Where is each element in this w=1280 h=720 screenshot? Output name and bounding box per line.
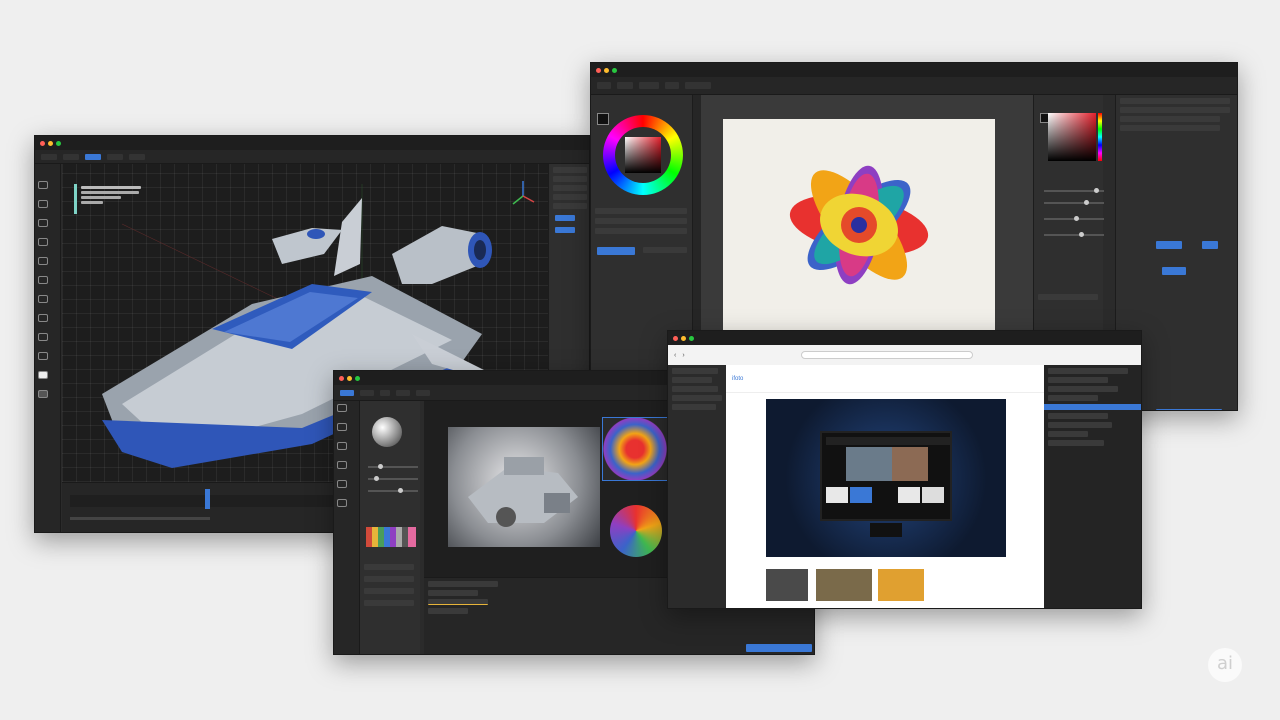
paint-menubar xyxy=(591,77,1237,95)
swatch-palette[interactable] xyxy=(366,527,416,547)
menu-item[interactable] xyxy=(129,153,145,160)
minimize-dot[interactable] xyxy=(604,67,609,73)
paint-option-button[interactable] xyxy=(1162,267,1186,275)
tool-icon[interactable] xyxy=(337,480,347,488)
menu-item[interactable] xyxy=(665,82,679,89)
measure-tool-icon[interactable] xyxy=(38,352,48,360)
hero-section xyxy=(766,399,1006,557)
menu-item[interactable] xyxy=(360,389,374,396)
web-page[interactable]: ifoto xyxy=(726,365,1044,608)
scale-tool-icon[interactable] xyxy=(38,238,48,246)
modeling-titlebar xyxy=(35,136,589,150)
color-wheel-icon[interactable] xyxy=(603,115,683,195)
knife-tool-icon[interactable] xyxy=(38,276,48,284)
tool-icon[interactable] xyxy=(337,499,347,507)
color-splash-artwork xyxy=(789,165,929,285)
select-tool-icon[interactable] xyxy=(38,181,48,189)
rotate-tool-icon[interactable] xyxy=(38,219,48,227)
export-button[interactable] xyxy=(1156,409,1222,410)
devtools-panel xyxy=(1044,365,1141,608)
paint-option-button[interactable] xyxy=(1202,241,1218,249)
address-bar[interactable] xyxy=(800,351,973,359)
gallery-thumb[interactable] xyxy=(816,569,872,601)
close-dot[interactable] xyxy=(339,375,344,381)
loop-tool-icon[interactable] xyxy=(38,333,48,341)
minimize-dot[interactable] xyxy=(48,140,53,146)
modeling-toolbar xyxy=(35,164,61,532)
gallery-thumb[interactable] xyxy=(766,569,808,601)
color-swatch-icon[interactable] xyxy=(38,371,48,379)
hero-monitor xyxy=(820,431,952,521)
maximize-dot[interactable] xyxy=(56,140,61,146)
forward-icon[interactable]: › xyxy=(682,352,684,359)
menu-item[interactable] xyxy=(617,82,633,89)
back-icon[interactable]: ‹ xyxy=(674,352,676,359)
tool-icon[interactable] xyxy=(337,442,347,450)
minimize-dot[interactable] xyxy=(347,375,352,381)
color-swatch-icon[interactable] xyxy=(38,390,48,398)
texture-toolbar xyxy=(334,401,360,654)
splash-thumbnail[interactable] xyxy=(602,417,668,481)
browser-toolbar: ‹ › xyxy=(668,345,1141,365)
color-apply-button[interactable] xyxy=(597,247,635,255)
menu-item[interactable] xyxy=(396,389,410,396)
maximize-dot[interactable] xyxy=(689,335,694,341)
move-tool-icon[interactable] xyxy=(38,200,48,208)
watermark-logo: ai xyxy=(1208,648,1242,682)
menu-item[interactable] xyxy=(685,82,711,89)
browser-titlebar xyxy=(668,331,1141,345)
mech-render-image xyxy=(448,427,600,547)
bevel-tool-icon[interactable] xyxy=(38,314,48,322)
foreground-swatch[interactable] xyxy=(597,113,609,125)
tool-icon[interactable] xyxy=(337,423,347,431)
menu-item[interactable] xyxy=(340,389,354,396)
menu-item[interactable] xyxy=(63,153,79,160)
close-dot[interactable] xyxy=(40,140,45,146)
menu-item[interactable] xyxy=(380,389,390,396)
tool-icon[interactable] xyxy=(337,461,347,469)
material-panel xyxy=(360,401,420,654)
flower-thumbnail[interactable] xyxy=(610,505,662,557)
apply-button[interactable] xyxy=(555,215,575,221)
close-dot[interactable] xyxy=(673,335,678,341)
browser-window: ‹ › ifoto xyxy=(667,330,1142,609)
color-field-picker[interactable] xyxy=(1048,113,1096,161)
maximize-dot[interactable] xyxy=(612,67,617,73)
menu-item[interactable] xyxy=(85,153,101,160)
menu-item[interactable] xyxy=(416,389,430,396)
menu-item[interactable] xyxy=(597,82,611,89)
menu-item[interactable] xyxy=(107,153,123,160)
artwork-canvas[interactable] xyxy=(723,119,995,331)
tool-icon[interactable] xyxy=(337,404,347,412)
gallery-thumb[interactable] xyxy=(878,569,924,601)
close-dot[interactable] xyxy=(596,67,601,73)
maximize-dot[interactable] xyxy=(355,375,360,381)
site-logo[interactable]: ifoto xyxy=(732,376,743,382)
browser-left-panel xyxy=(668,365,726,608)
site-header: ifoto xyxy=(726,365,1044,393)
paint-option-button[interactable] xyxy=(1156,241,1182,249)
hue-strip[interactable] xyxy=(1098,113,1102,161)
paint-titlebar xyxy=(591,63,1237,77)
texture-apply-button[interactable] xyxy=(746,644,812,652)
devtools-selected-node[interactable] xyxy=(1044,404,1141,410)
menu-item[interactable] xyxy=(639,82,659,89)
gizmo-axes-icon[interactable] xyxy=(508,178,538,208)
timeline-playhead[interactable] xyxy=(205,489,210,509)
extrude-tool-icon[interactable] xyxy=(38,295,48,303)
apply-button[interactable] xyxy=(555,227,575,233)
menu-item[interactable] xyxy=(41,153,57,160)
sphere-preview-icon[interactable] xyxy=(372,417,402,447)
modeling-menubar xyxy=(35,150,589,164)
minimize-dot[interactable] xyxy=(681,335,686,341)
brush-tool-icon[interactable] xyxy=(38,257,48,265)
